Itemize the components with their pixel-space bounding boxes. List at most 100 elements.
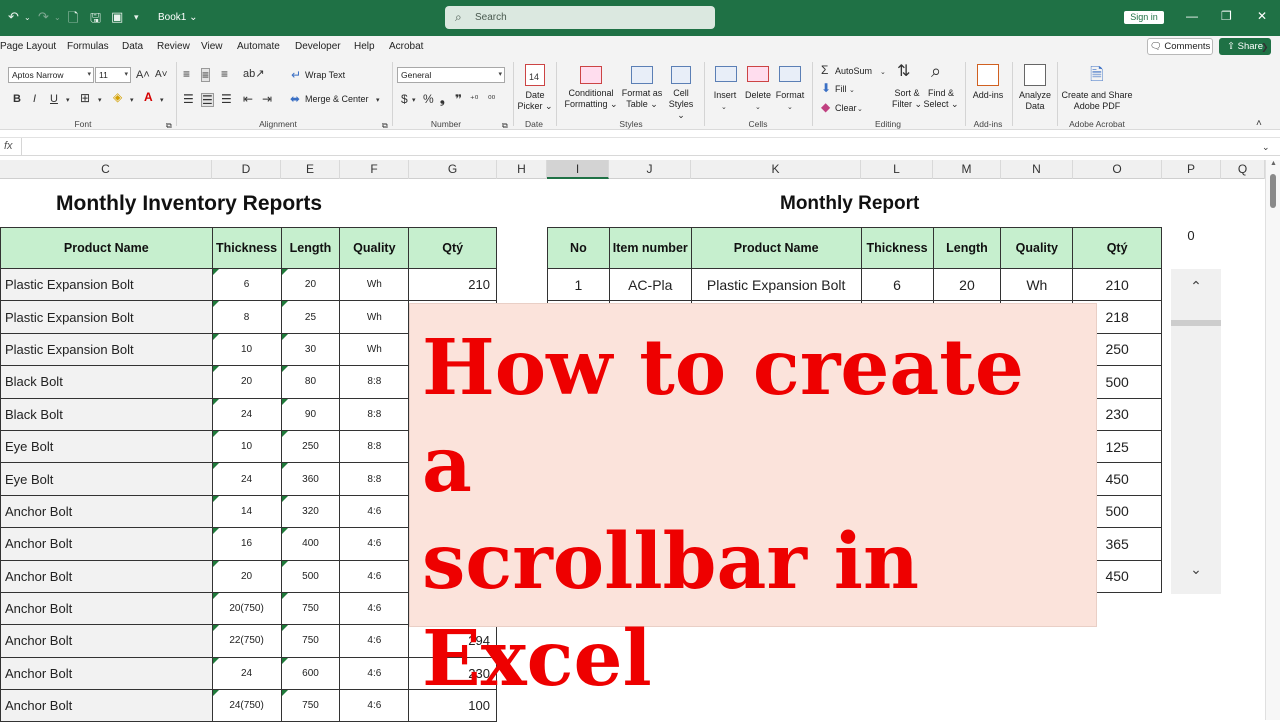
delete-button[interactable]: Delete bbox=[741, 90, 775, 101]
column-header-o[interactable]: O bbox=[1073, 160, 1162, 179]
length-cell[interactable]: 250 bbox=[280, 429, 341, 464]
undo-icon[interactable]: ↶ bbox=[8, 9, 19, 25]
comments-button[interactable]: 🗨 Comments bbox=[1147, 38, 1213, 55]
quality-cell[interactable]: 8:8 bbox=[339, 365, 410, 399]
header-quality[interactable]: Quality bbox=[339, 227, 410, 269]
align-middle-icon[interactable]: ≡ bbox=[201, 68, 211, 82]
column-header-n[interactable]: N bbox=[1001, 160, 1073, 179]
worksheet[interactable]: Monthly Inventory Reports Monthly Report… bbox=[0, 180, 1265, 722]
menu-formulas[interactable]: Formulas bbox=[67, 41, 109, 52]
thickness-cell[interactable]: 6 bbox=[860, 267, 934, 302]
header-qty[interactable]: Qtý bbox=[1072, 227, 1162, 269]
column-header-g[interactable]: G bbox=[409, 160, 497, 179]
length-cell[interactable]: 400 bbox=[280, 527, 341, 561]
length-cell[interactable]: 500 bbox=[280, 559, 341, 593]
align-center-icon[interactable]: ☰ bbox=[201, 93, 214, 107]
thickness-cell[interactable]: 24 bbox=[211, 656, 282, 691]
menu-page-layout[interactable]: Page Layout bbox=[0, 41, 56, 52]
quality-cell[interactable]: 8:8 bbox=[339, 429, 410, 464]
column-header-k[interactable]: K bbox=[691, 160, 861, 179]
thickness-cell[interactable]: 6 bbox=[211, 267, 282, 302]
product-name-cell[interactable]: Anchor Bolt bbox=[0, 494, 213, 529]
quality-cell[interactable]: 4:6 bbox=[339, 656, 410, 691]
length-cell[interactable]: 320 bbox=[280, 494, 341, 529]
quality-cell[interactable]: 4:6 bbox=[339, 689, 410, 722]
sign-in-button[interactable]: Sign in bbox=[1124, 11, 1164, 24]
search-box[interactable]: ⌕ Search bbox=[445, 6, 715, 29]
increase-indent-icon[interactable]: ⇥ bbox=[262, 93, 272, 105]
currency-dropdown-icon[interactable]: ▾ bbox=[412, 95, 416, 107]
expand-formula-icon[interactable]: ⌄ bbox=[1262, 141, 1270, 153]
merge-dropdown-icon[interactable]: ▾ bbox=[376, 95, 380, 107]
product-name-cell[interactable]: Anchor Bolt bbox=[0, 656, 213, 691]
product-name-cell[interactable]: Anchor Bolt bbox=[0, 591, 213, 626]
left-table-title[interactable]: Monthly Inventory Reports bbox=[56, 192, 322, 216]
format-as-table-button[interactable]: Format as Table ⌄ bbox=[620, 88, 664, 110]
date-picker-button[interactable]: Date Picker ⌄ bbox=[516, 90, 554, 112]
align-bottom-icon[interactable]: ≡ bbox=[221, 68, 228, 80]
product-name-cell[interactable]: Anchor Bolt bbox=[0, 527, 213, 561]
product-name-cell[interactable]: Anchor Bolt bbox=[0, 624, 213, 658]
product-name-cell[interactable]: Anchor Bolt bbox=[0, 559, 213, 593]
customize-toolbar-icon[interactable]: ▾ bbox=[134, 12, 139, 23]
decrease-decimal-icon[interactable]: ⁰⁰ bbox=[488, 93, 495, 105]
thickness-cell[interactable]: 10 bbox=[211, 332, 282, 367]
font-size-dropdown[interactable]: 11 ▾ bbox=[95, 67, 131, 83]
currency-icon[interactable]: $ bbox=[401, 93, 408, 105]
collapse-ribbon-icon[interactable]: ˄ bbox=[1256, 118, 1262, 130]
save-icon[interactable]: 🖫 bbox=[90, 9, 101, 31]
restore-icon[interactable]: ❐ bbox=[1221, 9, 1232, 23]
length-cell[interactable]: 750 bbox=[280, 689, 341, 722]
delete-dropdown-icon[interactable]: ⌄ bbox=[755, 102, 761, 114]
font-launcher-icon[interactable]: ⧉ bbox=[166, 120, 172, 132]
product-name-cell[interactable]: Eye Bolt bbox=[0, 462, 213, 496]
create-share-pdf-button[interactable]: Create and Share Adobe PDF bbox=[1061, 90, 1133, 112]
menu-automate[interactable]: Automate bbox=[237, 41, 280, 52]
column-header-e[interactable]: E bbox=[281, 160, 340, 179]
form-scrollbar-control[interactable]: ⌃ ⌄ bbox=[1171, 269, 1221, 594]
column-header-f[interactable]: F bbox=[340, 160, 409, 179]
analyze-data-button[interactable]: Analyze Data bbox=[1015, 90, 1055, 112]
quality-cell[interactable]: Wh bbox=[339, 332, 410, 367]
clear-dropdown-icon[interactable]: ⌄ bbox=[857, 104, 863, 116]
menu-review[interactable]: Review bbox=[157, 41, 190, 52]
quality-cell[interactable]: 4:6 bbox=[339, 527, 410, 561]
quality-cell[interactable]: Wh bbox=[339, 267, 410, 302]
autosum-button[interactable]: AutoSum bbox=[835, 66, 872, 76]
length-cell[interactable]: 90 bbox=[280, 397, 341, 431]
length-cell[interactable]: 30 bbox=[280, 332, 341, 367]
format-dropdown-icon[interactable]: ⌄ bbox=[787, 102, 793, 114]
quality-cell[interactable]: 4:6 bbox=[339, 559, 410, 593]
undo-dropdown-icon[interactable]: ⌄ bbox=[24, 13, 31, 22]
decrease-indent-icon[interactable]: ⇤ bbox=[243, 93, 253, 105]
menu-acrobat[interactable]: Acrobat bbox=[389, 41, 423, 52]
scrollbar-thumb[interactable] bbox=[1171, 320, 1221, 326]
column-header-l[interactable]: L bbox=[861, 160, 933, 179]
header-item-number[interactable]: Item number bbox=[608, 227, 692, 269]
underline-dropdown-icon[interactable]: ▾ bbox=[66, 95, 70, 107]
scroll-up-arrow-icon[interactable]: ⌃ bbox=[1171, 269, 1221, 304]
minimize-icon[interactable]: — bbox=[1186, 9, 1198, 23]
comma-style-icon[interactable]: ❟ bbox=[440, 93, 445, 105]
header-no[interactable]: No bbox=[547, 227, 610, 269]
header-quality[interactable]: Quality bbox=[1000, 227, 1074, 269]
borders-icon[interactable]: ⊞ bbox=[80, 92, 90, 104]
column-header-j[interactable]: J bbox=[609, 160, 691, 179]
scroll-linked-cell-value[interactable]: 0 bbox=[1162, 228, 1220, 243]
cell-styles-button[interactable]: Cell Styles ⌄ bbox=[664, 88, 698, 121]
alignment-launcher-icon[interactable]: ⧉ bbox=[382, 120, 388, 132]
percent-icon[interactable]: % bbox=[423, 93, 434, 105]
fill-dropdown-icon[interactable]: ▾ bbox=[130, 95, 134, 107]
product-name-cell[interactable]: Plastic Expansion Bolt bbox=[0, 300, 213, 334]
workbook-title[interactable]: Book1 ⌄ bbox=[158, 12, 198, 23]
insert-button[interactable]: Insert bbox=[708, 90, 742, 101]
merge-center-button[interactable]: Merge & Center bbox=[305, 94, 369, 104]
increase-font-icon[interactable]: A˄ bbox=[136, 69, 150, 81]
borders-dropdown-icon[interactable]: ▾ bbox=[98, 95, 102, 107]
form-icon[interactable]: ▣ bbox=[111, 9, 123, 25]
column-header-p[interactable]: P bbox=[1162, 160, 1221, 179]
quality-cell[interactable]: 4:6 bbox=[339, 624, 410, 658]
item-number-cell[interactable]: AC-Pla bbox=[608, 267, 692, 302]
underline-icon[interactable]: U bbox=[50, 93, 58, 105]
right-table-title[interactable]: Monthly Report bbox=[780, 193, 919, 215]
